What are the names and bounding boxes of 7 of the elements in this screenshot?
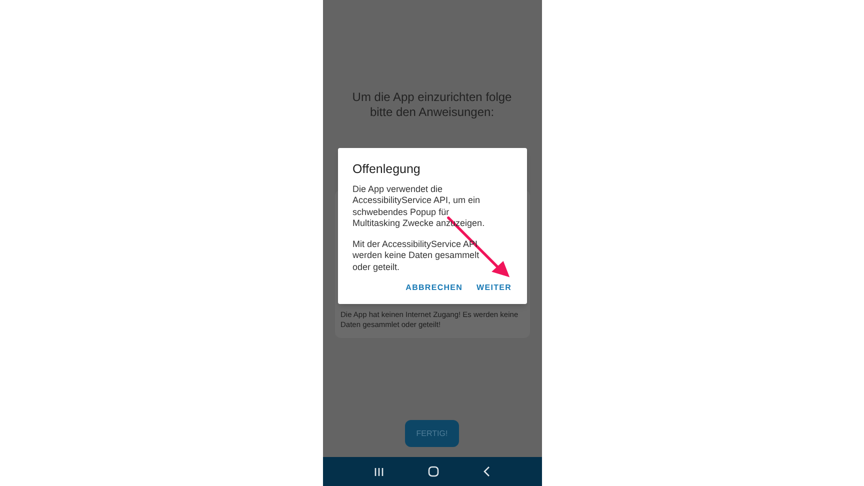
dialog-button[interactable]: WEITER — [476, 282, 512, 294]
back-icon[interactable] — [482, 466, 490, 477]
dialog-button[interactable]: ABBRECHEN — [406, 282, 463, 294]
dialog-title: Offenlegung — [352, 161, 422, 178]
recent-apps-icon[interactable] — [374, 466, 384, 476]
home-icon[interactable] — [428, 466, 439, 477]
heading: Um die App einzurichten folge bitte den Anweisungen: — [351, 89, 513, 120]
